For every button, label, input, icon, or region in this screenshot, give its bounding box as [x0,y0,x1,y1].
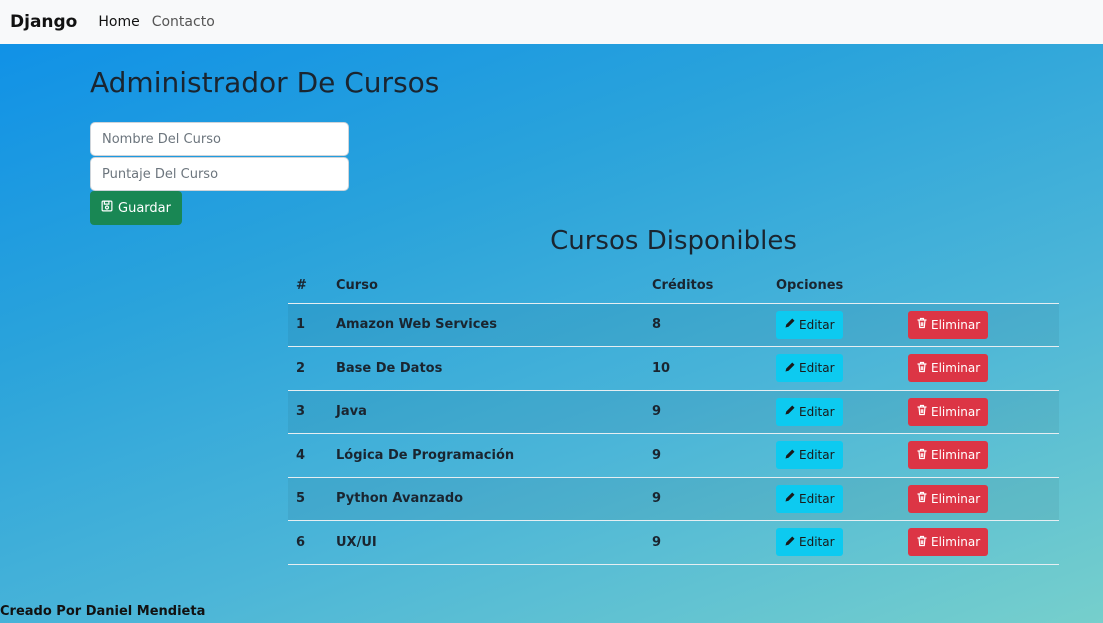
table-title: Cursos Disponibles [550,226,797,256]
delete-label: Eliminar [931,448,981,463]
edit-button[interactable]: Editar [776,528,843,557]
table-row: 5 Python Avanzado 9 Editar Eliminar [288,477,1059,521]
cell-num: 1 [288,303,328,347]
edit-button[interactable]: Editar [776,484,843,513]
trash-icon [916,535,928,550]
delete-label: Eliminar [931,491,981,506]
cell-num: 2 [288,346,328,391]
cell-creditos: 8 [644,303,768,347]
cell-curso: UX/UI [328,520,644,565]
table-header-row: # Curso Créditos Opciones [288,268,1059,304]
cell-curso: Python Avanzado [328,477,644,521]
edit-label: Editar [799,448,835,463]
trash-icon [916,361,928,376]
cell-num: 5 [288,477,328,521]
course-name-input[interactable] [90,122,349,156]
header-blank [900,268,1059,304]
table-row: 6 UX/UI 9 Editar Eliminar [288,520,1059,565]
edit-label: Editar [799,317,835,332]
pencil-icon [784,404,796,419]
table-row: 4 Lógica De Programación 9 Editar Elimin… [288,433,1059,478]
edit-button[interactable]: Editar [776,354,843,383]
trash-icon [916,404,928,419]
pencil-icon [784,535,796,550]
navbar-brand[interactable]: Django [10,12,77,32]
trash-icon [916,448,928,463]
delete-button[interactable]: Eliminar [908,484,989,513]
edit-label: Editar [799,361,835,376]
cell-num: 3 [288,390,328,434]
edit-button[interactable]: Editar [776,310,843,339]
save-button[interactable]: Guardar [90,191,182,225]
page-title: Administrador De Cursos [90,66,440,99]
delete-button[interactable]: Eliminar [908,397,989,426]
pencil-icon [784,491,796,506]
edit-button[interactable]: Editar [776,397,843,426]
pencil-icon [784,361,796,376]
navbar: Django Home Contacto [0,0,1103,44]
header-num: # [288,268,328,304]
cell-num: 6 [288,520,328,565]
delete-button[interactable]: Eliminar [908,354,989,383]
cell-creditos: 10 [644,346,768,391]
trash-icon [916,317,928,332]
cell-creditos: 9 [644,390,768,434]
footer-credit: Creado Por Daniel Mendieta [0,604,206,619]
cell-num: 4 [288,433,328,478]
cell-creditos: 9 [644,520,768,565]
trash-icon [916,491,928,506]
delete-button[interactable]: Eliminar [908,310,989,339]
cell-creditos: 9 [644,433,768,478]
edit-label: Editar [799,404,835,419]
table-row: 2 Base De Datos 10 Editar Eliminar [288,346,1059,391]
course-score-input[interactable] [90,157,349,191]
delete-button[interactable]: Eliminar [908,441,989,470]
delete-button[interactable]: Eliminar [908,528,989,557]
cell-curso: Amazon Web Services [328,303,644,347]
courses-table: # Curso Créditos Opciones 1 Amazon Web S… [288,268,1059,565]
nav-link-home[interactable]: Home [98,14,139,30]
cell-curso: Base De Datos [328,346,644,391]
cell-curso: Java [328,390,644,434]
delete-label: Eliminar [931,404,981,419]
floppy-disk-icon [101,200,113,216]
table-row: 1 Amazon Web Services 8 Editar Eliminar [288,303,1059,347]
delete-label: Eliminar [931,361,981,376]
table-row: 3 Java 9 Editar Eliminar [288,390,1059,434]
cell-creditos: 9 [644,477,768,521]
pencil-icon [784,317,796,332]
delete-label: Eliminar [931,317,981,332]
header-opciones: Opciones [768,268,900,304]
header-creditos: Créditos [644,268,768,304]
cell-curso: Lógica De Programación [328,433,644,478]
edit-label: Editar [799,491,835,506]
save-button-label: Guardar [118,200,171,216]
delete-label: Eliminar [931,535,981,550]
pencil-icon [784,448,796,463]
edit-label: Editar [799,535,835,550]
edit-button[interactable]: Editar [776,441,843,470]
nav-link-contacto[interactable]: Contacto [152,14,215,30]
header-curso: Curso [328,268,644,304]
